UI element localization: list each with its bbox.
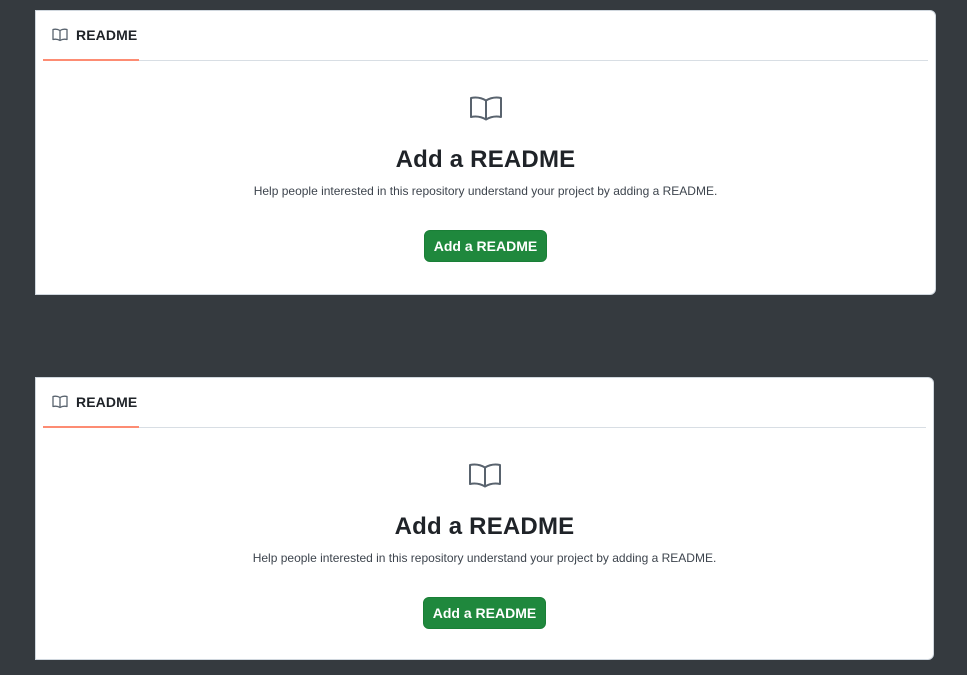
readme-panel-header: README (43, 378, 926, 428)
empty-state-title: Add a README (394, 513, 575, 540)
readme-panel: README Add a README Help people interest… (35, 377, 934, 660)
book-icon (469, 95, 503, 123)
book-icon (468, 462, 502, 490)
tab-readme[interactable]: README (43, 11, 139, 61)
readme-panel: README Add a README Help people interest… (35, 10, 936, 295)
tab-readme-label: README (76, 27, 138, 43)
empty-state-title: Add a README (395, 146, 576, 173)
add-readme-button[interactable]: Add a README (424, 230, 547, 262)
readme-panel-header: README (43, 11, 928, 61)
book-icon (52, 27, 68, 43)
book-icon (52, 394, 68, 410)
readme-empty-state: Add a README Help people interested in t… (36, 61, 935, 294)
empty-state-description: Help people interested in this repositor… (252, 551, 717, 565)
tab-readme[interactable]: README (43, 378, 139, 428)
empty-state-description: Help people interested in this repositor… (253, 184, 718, 198)
tab-readme-label: README (76, 394, 138, 410)
readme-empty-state: Add a README Help people interested in t… (36, 428, 933, 659)
add-readme-button[interactable]: Add a README (423, 597, 546, 629)
